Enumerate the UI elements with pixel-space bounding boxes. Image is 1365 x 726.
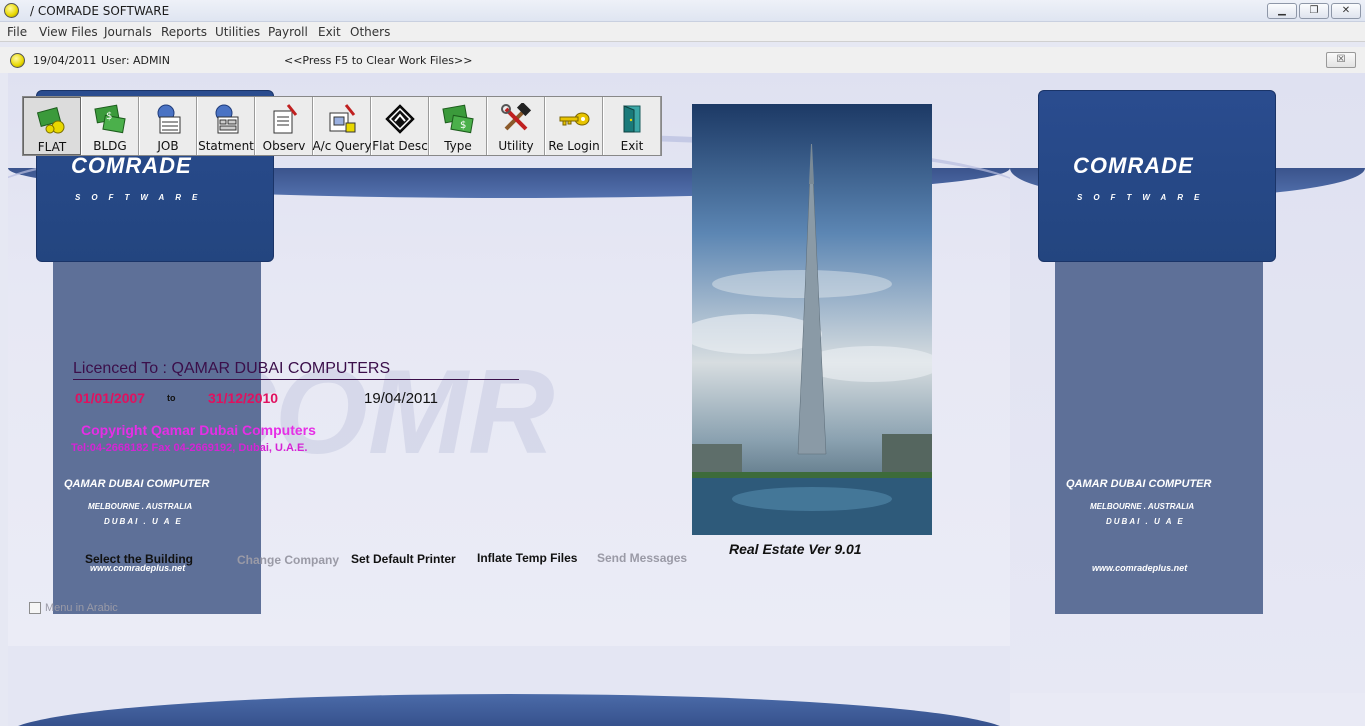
toolbar-label: A/c Query [312, 139, 372, 153]
tower-photo [692, 104, 932, 535]
toolbar-flat-desc-button[interactable]: Flat Desc [371, 97, 429, 155]
license-to-date: 31/12/2010 [208, 390, 279, 406]
toolbar-exit-button[interactable]: Exit [603, 97, 661, 155]
menu-arabic-checkbox[interactable]: Menu in Arabic [29, 602, 118, 614]
left-city-line2: DUBAI . U A E [104, 517, 183, 526]
toolbar-label: JOB [157, 139, 179, 153]
change-company-link[interactable]: Change Company [237, 553, 339, 567]
checkbox-box[interactable] [29, 602, 41, 614]
right-brand-column [1055, 262, 1263, 614]
observation-clipboard-icon [268, 103, 300, 135]
minimize-button[interactable]: ▁ [1267, 3, 1297, 19]
toolbar-re-login-button[interactable]: Re Login [545, 97, 603, 155]
left-city-line1: MELBOURNE . AUSTRALIA [88, 502, 193, 511]
window-title: / COMRADE SOFTWARE [30, 4, 170, 18]
set-default-printer-link[interactable]: Set Default Printer [351, 552, 456, 566]
toolbar-flat-button[interactable]: FLAT [23, 97, 81, 155]
account-query-icon [326, 103, 358, 135]
status-hint: <<Press F5 to Clear Work Files>> [284, 54, 473, 67]
title-bar: / COMRADE SOFTWARE ▁ ❐ ✕ [0, 0, 1365, 22]
right-city-line1: MELBOURNE . AUSTRALIA [1090, 502, 1195, 511]
key-icon [558, 103, 590, 135]
toolbar-label: BLDG [93, 139, 127, 153]
toolbar-label: Utility [498, 139, 534, 153]
minimize-icon: ▁ [1278, 5, 1286, 16]
license-from-date: 01/01/2007 [75, 390, 146, 406]
diamond-sign-icon [384, 103, 416, 135]
menu-arabic-label: Menu in Arabic [45, 602, 118, 614]
licensed-to-label: Licenced To : QAMAR DUBAI COMPUTERS [73, 360, 519, 380]
svg-text:$: $ [106, 111, 112, 122]
toolbar-label: Flat Desc [372, 139, 428, 153]
toolbar-observ-button[interactable]: Observ [255, 97, 313, 155]
toolbar-utility-button[interactable]: Utility [487, 97, 545, 155]
exit-door-icon [616, 103, 648, 135]
toolbar-job-button[interactable]: JOB [139, 97, 197, 155]
right-website: www.comradeplus.net [1092, 563, 1188, 573]
restore-icon: ❐ [1309, 5, 1319, 16]
toolbar-label: Re Login [548, 139, 600, 153]
toolbar-ac-query-button[interactable]: A/c Query [312, 97, 372, 155]
job-sheet-icon [152, 103, 184, 135]
type-money-icon: $ [442, 103, 474, 135]
status-date: 19/04/2011 [33, 54, 97, 67]
main-toolbar: FLAT $ BLDG JOB Statment Observ A/c Quer… [22, 96, 662, 156]
toolbar-label: Statment [198, 139, 254, 153]
right-company-name: QAMAR DUBAI COMPUTER [1066, 478, 1212, 490]
bottom-strip [8, 646, 1010, 726]
select-building-link[interactable]: Select the Building [85, 552, 193, 566]
menu-reports[interactable]: Reports [161, 25, 207, 39]
product-version: Real Estate Ver 9.01 [729, 541, 862, 557]
flat-money-icon [36, 104, 68, 136]
right-logo-box: COMRADE SOFTWARE [1038, 90, 1276, 262]
toolbar-type-button[interactable]: $ Type [429, 97, 487, 155]
tower-illustration [692, 104, 932, 535]
current-date: 19/04/2011 [364, 390, 438, 407]
status-user-label: User: [101, 54, 130, 67]
toolbar-bldg-button[interactable]: $ BLDG [81, 97, 139, 155]
contact-text: Tel:04-2668182 Fax 04-2669192, Dubai, U.… [71, 442, 308, 454]
license-to-word: to [167, 393, 176, 403]
right-logo-sub: SOFTWARE [1077, 193, 1211, 202]
mdi-status-row: 19/04/2011 User: ADMIN <<Press F5 to Cle… [0, 47, 1365, 73]
menu-journals[interactable]: Journals [104, 25, 152, 39]
menu-payroll[interactable]: Payroll [268, 25, 308, 39]
status-user: ADMIN [133, 54, 170, 67]
svg-text:$: $ [460, 120, 466, 131]
left-logo-sub: SOFTWARE [75, 193, 209, 202]
close-icon: ☒ [1336, 54, 1346, 65]
left-logo: COMRADE [71, 153, 192, 178]
building-money-icon: $ [94, 103, 126, 135]
toolbar-label: Observ [262, 139, 306, 153]
menu-exit[interactable]: Exit [318, 25, 341, 39]
menu-utilities[interactable]: Utilities [215, 25, 260, 39]
bottom-swoosh [8, 694, 1010, 726]
inflate-temp-files-link[interactable]: Inflate Temp Files [477, 551, 577, 565]
right-logo: COMRADE [1073, 153, 1194, 178]
toolbar-label: Exit [620, 139, 644, 153]
menu-bar: File View Files Journals Reports Utiliti… [0, 22, 1365, 42]
close-button[interactable]: ✕ [1331, 3, 1361, 19]
toolbar-label: FLAT [37, 140, 67, 154]
left-company-name: QAMAR DUBAI COMPUTER [64, 478, 210, 490]
right-city-line2: DUBAI . U A E [1106, 517, 1185, 526]
hammer-wrench-icon [500, 103, 532, 135]
menu-file[interactable]: File [7, 25, 27, 39]
statement-sheet-icon [210, 103, 242, 135]
child-window-icon [10, 53, 25, 68]
copyright-text: Copyright Qamar Dubai Computers [81, 422, 316, 438]
send-messages-link[interactable]: Send Messages [597, 551, 687, 565]
toolbar-label: Type [444, 139, 472, 153]
restore-button[interactable]: ❐ [1299, 3, 1329, 19]
toolbar-statment-button[interactable]: Statment [197, 97, 255, 155]
child-close-button[interactable]: ☒ [1326, 52, 1356, 68]
menu-others[interactable]: Others [350, 25, 390, 39]
app-icon[interactable] [4, 3, 19, 18]
menu-view-files[interactable]: View Files [39, 25, 98, 39]
close-icon: ✕ [1341, 5, 1351, 16]
